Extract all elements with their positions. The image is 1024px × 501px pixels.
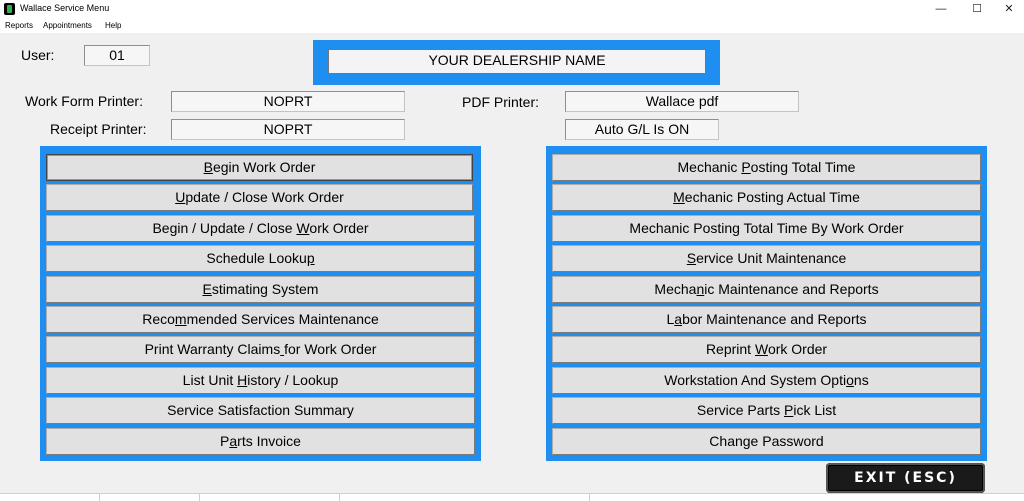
status-segment (100, 494, 200, 501)
menu-button-mechanic-posting-total-time-by-work-order[interactable]: Mechanic Posting Total Time By Work Orde… (552, 214, 981, 242)
menu-button-mechanic-posting-total-time[interactable]: Mechanic Posting Total Time (552, 154, 981, 181)
dealership-banner: YOUR DEALERSHIP NAME (313, 40, 720, 85)
pdf-printer-label: PDF Printer: (462, 94, 540, 110)
status-bar (0, 493, 1024, 501)
menu-button-change-password[interactable]: Change Password (552, 427, 981, 455)
dealership-name: YOUR DEALERSHIP NAME (328, 49, 706, 74)
status-segment (200, 494, 340, 501)
menu-appointments[interactable]: Appointments (43, 21, 92, 30)
menu-button-service-unit-maintenance[interactable]: Service Unit Maintenance (552, 245, 981, 273)
menu-button-mechanic-maintenance-and-reports[interactable]: Mechanic Maintenance and Reports (552, 275, 981, 303)
receipt-printer-label: Receipt Printer: (50, 121, 147, 137)
menu-button-recommended-services-maintenance[interactable]: Recommended Services Maintenance (46, 306, 475, 333)
menu-button-begin-work-order[interactable]: Begin Work Order (46, 154, 473, 181)
receipt-printer-value: NOPRT (171, 119, 405, 140)
auto-gl-status: Auto G/L Is ON (565, 119, 719, 140)
menu-button-list-unit-history-lookup[interactable]: List Unit History / Lookup (46, 366, 475, 394)
menu-button-parts-invoice[interactable]: Parts Invoice (46, 427, 475, 455)
minimize-button[interactable]: — (924, 0, 958, 18)
menu-reports[interactable]: Reports (5, 21, 33, 30)
work-form-printer-label: Work Form Printer: (25, 93, 143, 109)
pdf-printer-value: Wallace pdf (565, 91, 799, 112)
menu-button-workstation-and-system-options[interactable]: Workstation And System Options (552, 366, 981, 394)
status-segment (0, 494, 100, 501)
menu-button-print-warranty-claims-for-work-order[interactable]: Print Warranty Claims for Work Order (46, 336, 475, 364)
menu-button-update-close-work-order[interactable]: Update / Close Work Order (46, 184, 473, 212)
left-menu-panel: Begin Work Order Update / Close Work Orde… (40, 146, 481, 461)
title-bar: Wallace Service Menu — ☐ ✕ (0, 0, 1024, 18)
close-button[interactable]: ✕ (992, 0, 1024, 18)
menu-button-labor-maintenance-and-reports[interactable]: Labor Maintenance and Reports (552, 306, 981, 333)
menu-button-begin-update-close-work-order[interactable]: Begin / Update / Close Work Order (46, 214, 475, 242)
app-icon (4, 3, 15, 15)
menu-button-schedule-lookup[interactable]: Schedule Lookup (46, 245, 475, 273)
user-label: User: (21, 47, 55, 63)
main-client-area: User: 01 YOUR DEALERSHIP NAME Work Form … (0, 33, 1024, 493)
user-value: 01 (84, 45, 150, 66)
window-title: Wallace Service Menu (20, 3, 110, 13)
exit-button[interactable]: EXIT (ESC) (826, 463, 985, 493)
right-menu-panel: Mechanic Posting Total Time Mechanic Post… (546, 146, 987, 461)
menu-button-service-parts-pick-list[interactable]: Service Parts Pick List (552, 397, 981, 425)
menu-button-reprint-work-order[interactable]: Reprint Work Order (552, 336, 981, 364)
menu-bar: Reports Appointments Help (0, 19, 1024, 33)
menu-button-service-satisfaction-summary[interactable]: Service Satisfaction Summary (46, 397, 475, 425)
menu-help[interactable]: Help (105, 21, 121, 30)
work-form-printer-value: NOPRT (171, 91, 405, 112)
status-segment (340, 494, 590, 501)
menu-button-estimating-system[interactable]: Estimating System (46, 275, 475, 303)
menu-button-mechanic-posting-actual-time[interactable]: Mechanic Posting Actual Time (552, 184, 981, 212)
maximize-button[interactable]: ☐ (960, 0, 994, 18)
